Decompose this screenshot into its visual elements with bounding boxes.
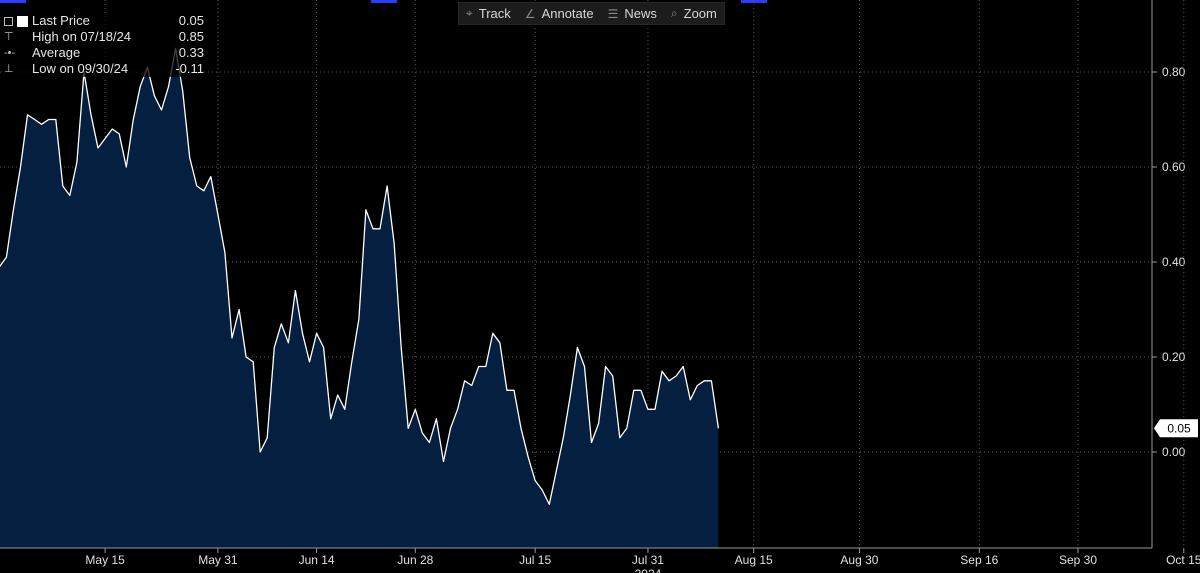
legend-label: Last Price — [32, 13, 90, 28]
track-button[interactable]: ⌖ Track — [459, 3, 518, 24]
low-marker-icon: ⊥ — [4, 63, 14, 75]
legend-label: High on 07/18/24 — [32, 29, 132, 44]
track-label: Track — [478, 6, 511, 21]
x-tick-label: Jul 31 — [632, 553, 664, 567]
y-tick-label: 0.60 — [1162, 160, 1186, 174]
news-button[interactable]: ☰ News — [601, 3, 664, 24]
pencil-icon: ∠ — [524, 6, 536, 21]
y-tick-label: 0.00 — [1162, 445, 1186, 459]
legend-value: 0.33 — [178, 45, 204, 60]
chart-toolbar: ⌖ Track ∠ Annotate ☰ News ⌕ Zoom — [458, 2, 725, 25]
x-tick-label: Oct 15 — [1166, 553, 1200, 567]
y-tick-label: 0.40 — [1162, 255, 1186, 269]
legend-label: Average — [32, 45, 81, 60]
legend-row-average[interactable]: -•- Average 0.33 — [4, 45, 204, 61]
zoom-label: Zoom — [683, 6, 717, 21]
legend-label: Low on 09/30/24 — [32, 61, 129, 76]
x-tick-label: Jul 15 — [519, 553, 551, 567]
x-tick-label: Sep 30 — [1059, 553, 1097, 567]
x-tick-label: Aug 30 — [840, 553, 878, 567]
collapse-box-icon[interactable] — [4, 16, 13, 26]
legend-value: 0.05 — [178, 13, 204, 28]
chart-legend: Last Price 0.05 ⊤ High on 07/18/24 0.85 … — [4, 13, 204, 77]
legend-row-last-price[interactable]: Last Price 0.05 — [4, 13, 204, 29]
x-tick-label: Jun 14 — [299, 553, 335, 567]
crosshair-icon: ⌖ — [466, 6, 473, 20]
high-marker-icon: ⊤ — [4, 31, 14, 43]
zoom-button[interactable]: ⌕ Zoom — [664, 3, 724, 24]
x-tick-label: May 31 — [198, 553, 238, 567]
white-swatch-icon — [17, 15, 28, 27]
legend-value: -0.11 — [175, 61, 204, 76]
x-tick-label: Sep 16 — [960, 553, 998, 567]
legend-row-low[interactable]: ⊥ Low on 09/30/24 -0.11 — [4, 61, 204, 77]
series-area — [0, 48, 719, 548]
year-label: 2024 — [635, 567, 662, 573]
news-label: News — [624, 6, 657, 21]
x-tick-label: Jun 28 — [397, 553, 433, 567]
news-icon: ☰ — [607, 6, 619, 21]
legend-row-high[interactable]: ⊤ High on 07/18/24 0.85 — [4, 29, 204, 45]
average-marker-icon: -•- — [4, 47, 16, 59]
magnifier-icon: ⌕ — [670, 6, 678, 20]
x-tick-label: May 15 — [85, 553, 125, 567]
annotate-label: Annotate — [541, 6, 594, 21]
price-chart: 0.00 0.20 0.40 0.60 0.80 May 15 May 31 Jun 14 Ju… — [0, 0, 1200, 573]
legend-last-price-marker — [4, 15, 32, 27]
legend-value: 0.85 — [178, 29, 204, 44]
annotate-button[interactable]: ∠ Annotate — [518, 3, 601, 24]
chart-window: { "toolbar": { "items": [ {"label": "Tra… — [0, 0, 1200, 573]
y-tick-label: 0.80 — [1162, 65, 1186, 79]
x-tick-label: Aug 15 — [735, 553, 773, 567]
y-tick-label: 0.20 — [1162, 350, 1186, 364]
last-price-tag-label: 0.05 — [1167, 421, 1191, 435]
